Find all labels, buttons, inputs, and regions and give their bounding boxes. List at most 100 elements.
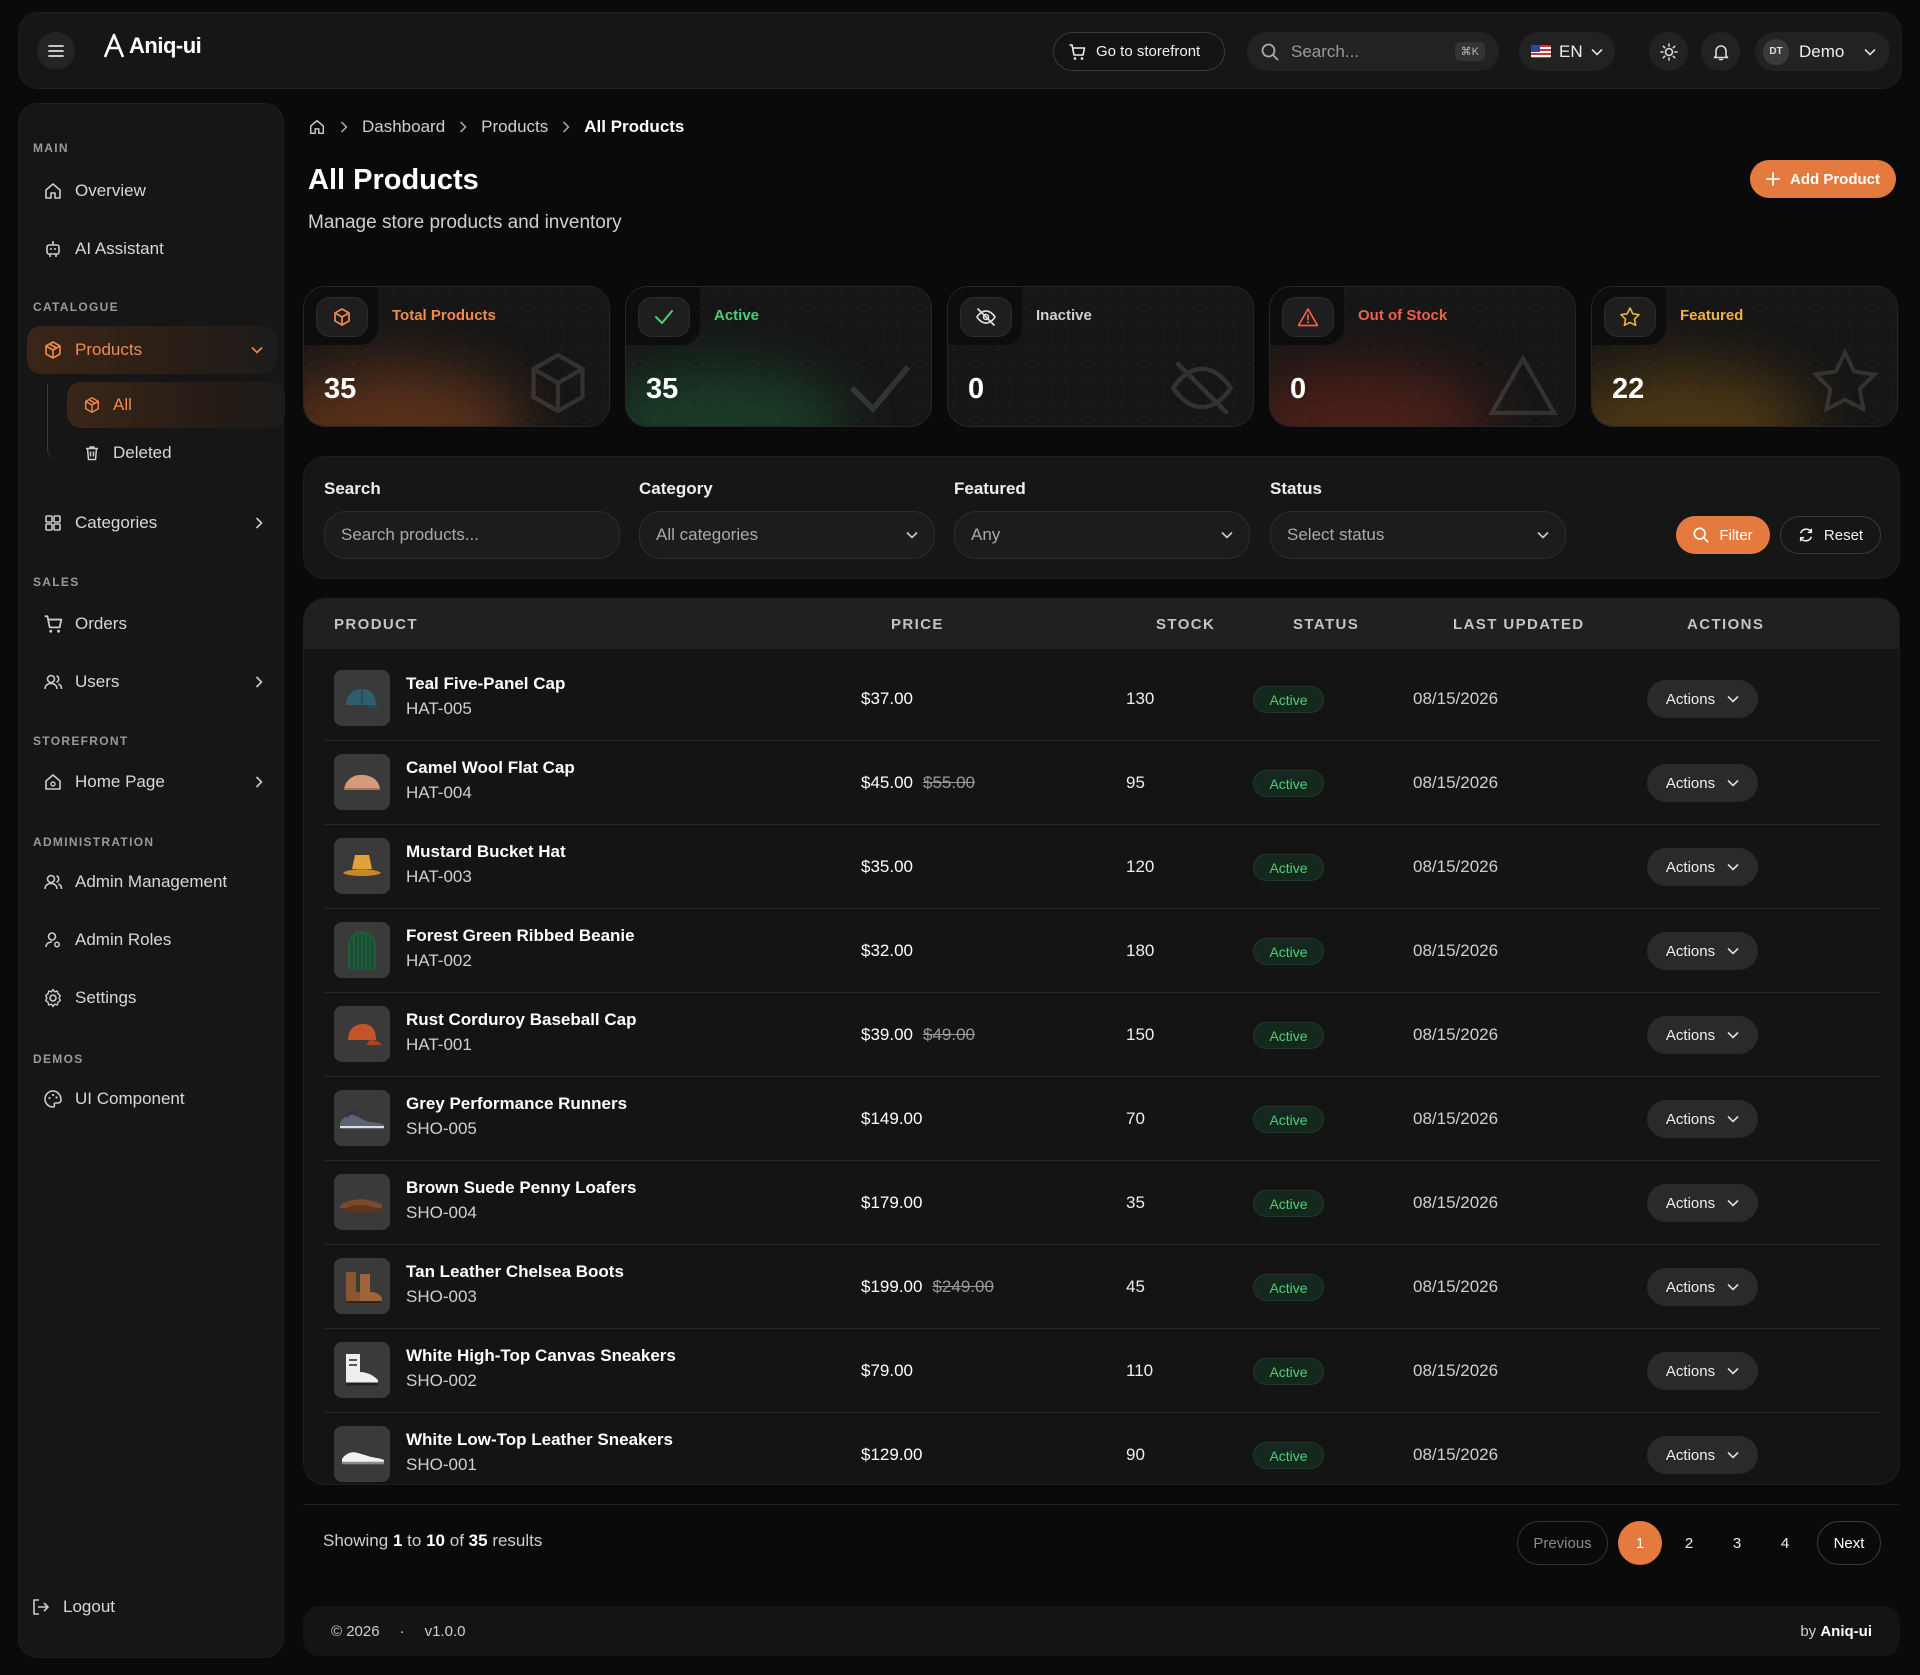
logout-button[interactable]: Logout bbox=[31, 1597, 115, 1617]
summary-of-word: of bbox=[449, 1531, 464, 1550]
column-header-status[interactable]: STATUS bbox=[1293, 616, 1359, 633]
notifications-button[interactable] bbox=[1701, 32, 1740, 71]
summary-total: 35 bbox=[468, 1531, 488, 1550]
sidebar-item-products[interactable]: Products bbox=[27, 326, 277, 374]
stat-card-out-of-stock: Out of Stock 0 bbox=[1269, 286, 1576, 427]
filter-button[interactable]: Filter bbox=[1676, 516, 1770, 554]
page-button-2[interactable]: 2 bbox=[1667, 1521, 1711, 1565]
sidebar: MAIN Overview AI Assistant CATALOGUE Pro… bbox=[18, 103, 285, 1658]
sidebar-item-categories[interactable]: Categories bbox=[27, 499, 277, 547]
sidebar-item-ai-assistant[interactable]: AI Assistant bbox=[27, 225, 277, 273]
product-thumbnail[interactable] bbox=[334, 922, 390, 978]
product-thumbnail[interactable] bbox=[334, 838, 390, 894]
product-thumbnail[interactable] bbox=[334, 754, 390, 810]
row-actions-button[interactable]: Actions bbox=[1647, 1016, 1758, 1054]
table-row: White Low-Top Leather Sneakers SHO-001 $… bbox=[324, 1413, 1881, 1484]
user-menu[interactable]: DT Demo bbox=[1755, 32, 1890, 71]
row-actions-button[interactable]: Actions bbox=[1647, 1184, 1758, 1222]
product-price: $35.00 bbox=[861, 857, 913, 877]
storefront-button[interactable]: Go to storefront bbox=[1053, 32, 1225, 71]
product-thumbnail[interactable] bbox=[334, 670, 390, 726]
actions-label: Actions bbox=[1665, 690, 1716, 708]
page-button-3[interactable]: 3 bbox=[1715, 1521, 1759, 1565]
product-name[interactable]: Teal Five-Panel Cap bbox=[406, 674, 565, 694]
product-name[interactable]: White High-Top Canvas Sneakers bbox=[406, 1346, 676, 1366]
status-badge: Active bbox=[1253, 1022, 1324, 1049]
product-thumbnail[interactable] bbox=[334, 1006, 390, 1062]
product-name[interactable]: Tan Leather Chelsea Boots bbox=[406, 1262, 624, 1282]
robot-icon bbox=[46, 241, 60, 257]
category-select[interactable]: All categories bbox=[639, 511, 935, 559]
table-row: Forest Green Ribbed Beanie HAT-002 $32.0… bbox=[324, 909, 1881, 993]
logo-mark-icon bbox=[103, 33, 125, 58]
product-thumbnail[interactable] bbox=[334, 1090, 390, 1146]
product-stock: 90 bbox=[1126, 1445, 1145, 1464]
last-updated: 08/15/2026 bbox=[1413, 1277, 1499, 1296]
breadcrumb-dashboard[interactable]: Dashboard bbox=[362, 117, 445, 137]
product-name[interactable]: Brown Suede Penny Loafers bbox=[406, 1178, 637, 1198]
sidebar-item-settings[interactable]: Settings bbox=[27, 974, 277, 1022]
chevron-down-icon bbox=[1221, 531, 1233, 539]
reset-button[interactable]: Reset bbox=[1780, 516, 1881, 554]
page-button-4[interactable]: 4 bbox=[1763, 1521, 1807, 1565]
trash-icon bbox=[86, 446, 98, 461]
sidebar-item-admin-management[interactable]: Admin Management bbox=[27, 858, 277, 906]
sidebar-item-overview[interactable]: Overview bbox=[27, 167, 277, 215]
next-page-button[interactable]: Next bbox=[1817, 1521, 1881, 1565]
credit-brand[interactable]: Aniq-ui bbox=[1820, 1623, 1872, 1640]
users-icon bbox=[44, 674, 63, 690]
sidebar-item-orders[interactable]: Orders bbox=[27, 600, 277, 648]
breadcrumb-products[interactable]: Products bbox=[481, 117, 548, 137]
product-name[interactable]: Grey Performance Runners bbox=[406, 1094, 627, 1114]
product-name[interactable]: Forest Green Ribbed Beanie bbox=[406, 926, 635, 946]
product-thumbnail[interactable] bbox=[334, 1258, 390, 1314]
product-search-input[interactable]: Search products... bbox=[324, 511, 620, 559]
row-actions-button[interactable]: Actions bbox=[1647, 680, 1758, 718]
menu-toggle-button[interactable] bbox=[37, 32, 75, 70]
row-actions-button[interactable]: Actions bbox=[1647, 1436, 1758, 1474]
product-thumbnail[interactable] bbox=[334, 1174, 390, 1230]
add-product-button[interactable]: Add Product bbox=[1750, 160, 1896, 198]
sidebar-subitem-all[interactable]: All bbox=[67, 382, 285, 428]
product-thumbnail[interactable] bbox=[334, 1426, 390, 1482]
global-search[interactable]: Search... ⌘K bbox=[1247, 32, 1499, 71]
column-header-price[interactable]: PRICE bbox=[891, 616, 944, 633]
app-logo[interactable]: Aniq-ui bbox=[103, 33, 202, 59]
row-actions-button[interactable]: Actions bbox=[1647, 1100, 1758, 1138]
sidebar-item-label: AI Assistant bbox=[75, 239, 164, 258]
status-select[interactable]: Select status bbox=[1270, 511, 1566, 559]
search-filter-label: Search bbox=[324, 479, 381, 498]
sidebar-item-ui-component[interactable]: UI Component bbox=[27, 1075, 277, 1123]
table-row: White High-Top Canvas Sneakers SHO-002 $… bbox=[324, 1329, 1881, 1413]
product-name[interactable]: White Low-Top Leather Sneakers bbox=[406, 1430, 673, 1450]
product-name[interactable]: Mustard Bucket Hat bbox=[406, 842, 566, 862]
column-header-product[interactable]: PRODUCT bbox=[334, 616, 418, 633]
sidebar-item-users[interactable]: Users bbox=[27, 658, 277, 706]
column-header-stock[interactable]: STOCK bbox=[1156, 616, 1215, 633]
row-actions-button[interactable]: Actions bbox=[1647, 764, 1758, 802]
row-actions-button[interactable]: Actions bbox=[1647, 932, 1758, 970]
featured-select[interactable]: Any bbox=[954, 511, 1250, 559]
copyright: © 2026 bbox=[331, 1623, 380, 1640]
sidebar-item-home-page[interactable]: Home Page bbox=[27, 758, 277, 806]
column-header-last-updated[interactable]: LAST UPDATED bbox=[1453, 616, 1585, 633]
theme-toggle-button[interactable] bbox=[1649, 32, 1688, 71]
chevron-down-icon bbox=[906, 531, 918, 539]
product-name[interactable]: Rust Corduroy Baseball Cap bbox=[406, 1010, 637, 1030]
product-name[interactable]: Camel Wool Flat Cap bbox=[406, 758, 575, 778]
row-actions-button[interactable]: Actions bbox=[1647, 1352, 1758, 1390]
chevron-down-icon bbox=[1727, 779, 1739, 787]
status-badge: Active bbox=[1253, 770, 1324, 797]
page-button-1[interactable]: 1 bbox=[1618, 1521, 1662, 1565]
credit-by: by bbox=[1800, 1623, 1817, 1640]
row-actions-button[interactable]: Actions bbox=[1647, 848, 1758, 886]
sidebar-item-admin-roles[interactable]: Admin Roles bbox=[27, 916, 277, 964]
home-icon[interactable] bbox=[308, 118, 326, 136]
product-thumbnail[interactable] bbox=[334, 1342, 390, 1398]
sidebar-item-label: Overview bbox=[75, 181, 146, 200]
row-actions-button[interactable]: Actions bbox=[1647, 1268, 1758, 1306]
previous-page-button[interactable]: Previous bbox=[1517, 1521, 1608, 1565]
language-selector[interactable]: EN bbox=[1519, 32, 1615, 71]
chevron-down-icon bbox=[1727, 1283, 1739, 1291]
sidebar-subitem-deleted[interactable]: Deleted bbox=[67, 430, 267, 476]
